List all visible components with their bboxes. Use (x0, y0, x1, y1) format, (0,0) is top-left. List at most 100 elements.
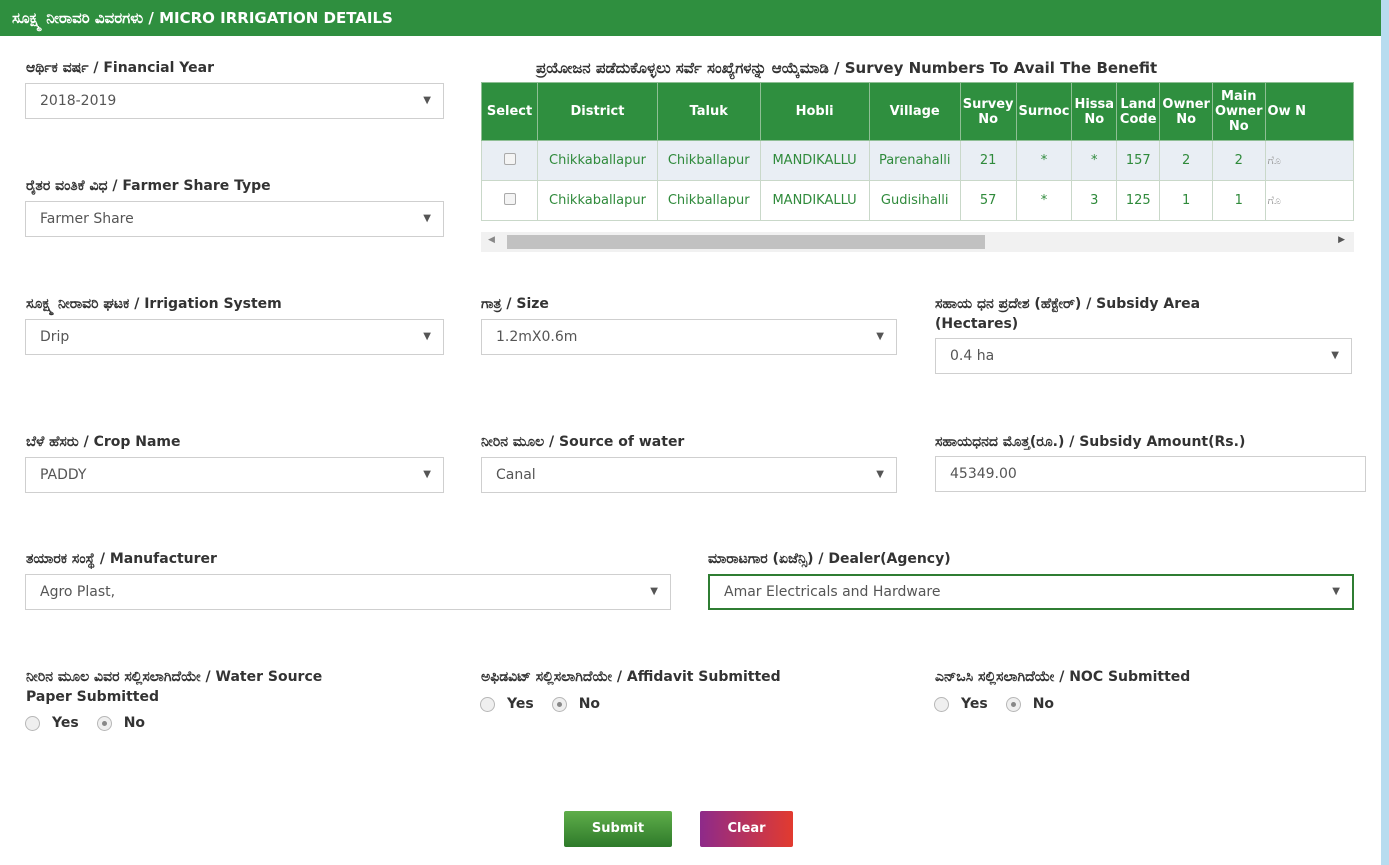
survey-table: Select District Taluk Hobli Village Surv… (481, 82, 1354, 221)
irrigation-system-label: ಸೂಕ್ಷ್ಮ ನೀರಾವರಿ ಘಟಕ / Irrigation System (26, 296, 282, 312)
financial-year-label: ಆರ್ಥಿಕ ವರ್ಷ / Financial Year (26, 60, 214, 76)
subsidy-area-value: 0.4 ha (950, 348, 995, 364)
survey-no-cell: 57 (959, 180, 1017, 221)
affidavit-no-radio[interactable] (551, 696, 567, 712)
size-value: 1.2mX0.6m (496, 329, 578, 345)
land-code-cell: 157 (1116, 140, 1161, 181)
hissa-no-cell: 3 (1071, 180, 1118, 221)
manufacturer-label: ತಯಾರಕ ಸಂಸ್ಥೆ / Manufacturer (26, 551, 217, 567)
clear-button[interactable]: Clear (700, 811, 793, 847)
farmer-share-type-label: ರೈತರ ವಂತಿಕೆ ವಿಧ / Farmer Share Type (26, 178, 271, 194)
chevron-down-icon: ▼ (650, 586, 658, 597)
hobli-cell: MANDIKALLU (759, 140, 870, 181)
chevron-down-icon: ▼ (1332, 586, 1340, 597)
no-label: No (1032, 696, 1055, 712)
survey-table-container: Select District Taluk Hobli Village Surv… (481, 82, 1354, 254)
owner-name-cell: ಗೊ (1264, 180, 1354, 221)
submit-button[interactable]: Submit (564, 811, 672, 847)
affidavit-radio-group: Yes No (480, 694, 618, 714)
table-horizontal-scrollbar[interactable]: ◀ ▶ (481, 232, 1354, 252)
water-source-paper-label-line2: Paper Submitted (26, 689, 159, 705)
column-header: District (537, 82, 658, 141)
dealer-select[interactable]: Amar Electricals and Hardware ▼ (708, 574, 1354, 610)
water-source-paper-radio-group: Yes No (25, 713, 163, 733)
surnoc-cell: * (1015, 140, 1073, 181)
irrigation-system-select[interactable]: Drip ▼ (25, 319, 444, 355)
scroll-left-icon[interactable]: ◀ (488, 235, 495, 245)
noc-radio-group: Yes No (934, 694, 1072, 714)
chevron-down-icon: ▼ (423, 95, 431, 106)
column-header: Ow N (1264, 82, 1354, 141)
taluk-cell: Chikballapur (656, 140, 761, 181)
subsidy-amount-label: ಸಹಾಯಧನದ ಮೊತ್ತ(ರೂ.) / Subsidy Amount(Rs.) (935, 434, 1246, 450)
district-cell: Chikkaballapur (537, 140, 658, 181)
column-header: Surnoc (1015, 82, 1073, 141)
chevron-down-icon: ▼ (423, 213, 431, 224)
chevron-down-icon: ▼ (423, 331, 431, 342)
survey-table-header: Select District Taluk Hobli Village Surv… (481, 82, 1354, 141)
dealer-label: ಮಾರಾಟಗಾರ (ಏಜೆನ್ಸಿ) / Dealer(Agency) (708, 551, 951, 567)
crop-name-value: PADDY (40, 467, 87, 483)
water-source-paper-label: ನೀರಿನ ಮೂಲ ವಿವರ ಸಲ್ಲಿಸಲಾಗಿದೆಯೇ / Water So… (26, 667, 322, 707)
yes-label: Yes (507, 696, 534, 712)
column-header: Hobli (759, 82, 870, 141)
column-header: Taluk (656, 82, 761, 141)
land-code-cell: 125 (1116, 180, 1161, 221)
chevron-down-icon: ▼ (876, 469, 884, 480)
source-of-water-value: Canal (496, 467, 536, 483)
farmer-share-type-value: Farmer Share (40, 211, 134, 227)
noc-yes-radio[interactable] (934, 696, 949, 712)
taluk-cell: Chikballapur (656, 180, 761, 221)
water-source-paper-no-radio[interactable] (96, 715, 112, 731)
district-cell: Chikkaballapur (537, 180, 658, 221)
column-header: Main Owner No (1211, 82, 1266, 141)
size-label: ಗಾತ್ರ / Size (481, 296, 549, 312)
manufacturer-value: Agro Plast, (40, 584, 116, 600)
row-select-checkbox[interactable] (481, 140, 539, 181)
table-row[interactable]: Chikkaballapur Chikballapur MANDIKALLU G… (481, 180, 1354, 221)
source-of-water-label: ನೀರಿನ ಮೂಲ / Source of water (481, 434, 685, 450)
survey-table-title: ಪ್ರಯೋಜನ ಪಡೆದುಕೊಳ್ಳಲು ಸರ್ವೆ ಸಂಖ್ಯೆಗಳನ್ನು … (536, 59, 1158, 77)
owner-name-cell: ಗೊ (1264, 140, 1354, 181)
main-owner-no-cell: 1 (1211, 180, 1266, 221)
subsidy-amount-field[interactable]: 45349.00 (935, 456, 1366, 492)
column-header: Select (481, 82, 539, 141)
yes-label: Yes (52, 715, 79, 731)
size-select[interactable]: 1.2mX0.6m ▼ (481, 319, 897, 355)
owner-no-cell: 1 (1159, 180, 1213, 221)
chevron-down-icon: ▼ (1331, 350, 1339, 361)
hobli-cell: MANDIKALLU (759, 180, 870, 221)
farmer-share-type-select[interactable]: Farmer Share ▼ (25, 201, 444, 237)
scrollbar-thumb[interactable] (507, 235, 985, 249)
financial-year-select[interactable]: 2018-2019 ▼ (25, 83, 444, 119)
village-cell: Parenahalli (868, 140, 961, 181)
hissa-no-cell: * (1071, 140, 1118, 181)
no-label: No (578, 696, 601, 712)
irrigation-system-value: Drip (40, 329, 70, 345)
chevron-down-icon: ▼ (423, 469, 431, 480)
water-source-paper-yes-radio[interactable] (25, 715, 40, 731)
subsidy-area-select[interactable]: 0.4 ha ▼ (935, 338, 1352, 374)
yes-label: Yes (961, 696, 988, 712)
main-owner-no-cell: 2 (1211, 140, 1266, 181)
noc-no-radio[interactable] (1005, 696, 1021, 712)
row-select-checkbox[interactable] (481, 180, 539, 221)
surnoc-cell: * (1015, 180, 1073, 221)
subsidy-amount-value: 45349.00 (950, 466, 1017, 482)
page-edge (1381, 0, 1389, 865)
table-row[interactable]: Chikkaballapur Chikballapur MANDIKALLU P… (481, 140, 1354, 181)
crop-name-select[interactable]: PADDY ▼ (25, 457, 444, 493)
dealer-value: Amar Electricals and Hardware (724, 584, 941, 600)
column-header: Hissa No (1071, 82, 1118, 141)
column-header: Land Code (1116, 82, 1161, 141)
manufacturer-select[interactable]: Agro Plast, ▼ (25, 574, 671, 610)
owner-no-cell: 2 (1159, 140, 1213, 181)
scroll-right-icon[interactable]: ▶ (1338, 235, 1345, 245)
column-header: Owner No (1159, 82, 1213, 141)
affidavit-yes-radio[interactable] (480, 696, 495, 712)
source-of-water-select[interactable]: Canal ▼ (481, 457, 897, 493)
noc-label: ಎನ್‌ಒಸಿ ಸಲ್ಲಿಸಲಾಗಿದೆಯೇ / NOC Submitted (935, 669, 1191, 685)
village-cell: Gudisihalli (868, 180, 961, 221)
no-label: No (123, 715, 146, 731)
micro-irrigation-form: ಸೂಕ್ಷ್ಮ ನೀರಾವರಿ ವಿವರಗಳು / MICRO IRRIGATI… (0, 0, 1389, 865)
